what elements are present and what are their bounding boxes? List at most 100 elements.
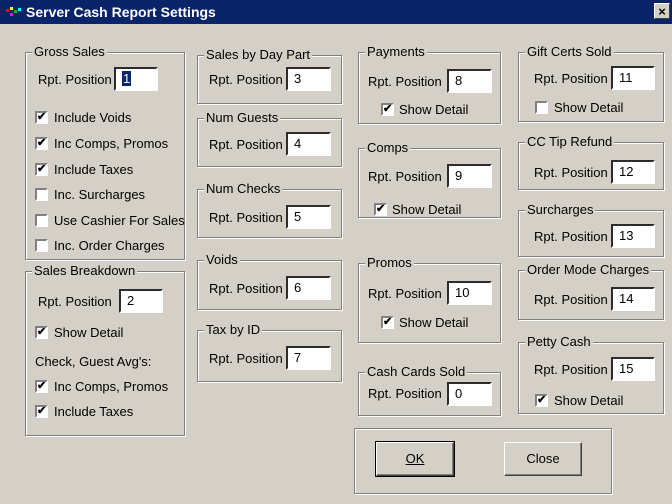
inc-surcharges-checkbox[interactable] (35, 188, 48, 201)
button-panel: OK Close (354, 428, 612, 494)
tax-by-id-position-label: Rpt. Position (209, 351, 283, 366)
gift-certs-show-detail-checkbox[interactable] (535, 101, 548, 114)
use-cashier-for-sales-label: Use Cashier For Sales (54, 213, 185, 228)
order-mode-charges-position-label: Rpt. Position (534, 292, 608, 307)
cash-cards-sold-legend: Cash Cards Sold (365, 364, 468, 380)
surcharges-group: Surcharges Rpt. Position 13 (518, 202, 664, 257)
cc-tip-refund-position-input[interactable]: 12 (611, 160, 655, 184)
payments-show-detail-checkbox[interactable]: ✔ (381, 103, 394, 116)
voids-position-label: Rpt. Position (209, 281, 283, 296)
num-checks-legend: Num Checks (204, 181, 283, 197)
comps-group: Comps Rpt. Position 9 ✔ Show Detail (358, 140, 501, 218)
sales-breakdown-group: Sales Breakdown Rpt. Position 2 ✔ Show D… (25, 263, 185, 436)
close-button[interactable]: Close (504, 442, 582, 476)
gift-certs-sold-position-label: Rpt. Position (534, 71, 608, 86)
surcharges-position-label: Rpt. Position (534, 229, 608, 244)
gross-sales-position-label: Rpt. Position (38, 72, 112, 87)
cc-tip-refund-group: CC Tip Refund Rpt. Position 12 (518, 134, 664, 190)
num-checks-position-input[interactable]: 5 (286, 205, 331, 229)
promos-legend: Promos (365, 255, 414, 271)
ok-button[interactable]: OK (375, 441, 455, 477)
comps-position-input[interactable]: 9 (447, 164, 492, 188)
use-cashier-for-sales-checkbox[interactable] (35, 214, 48, 227)
title-bar: Server Cash Report Settings × (0, 0, 672, 24)
cash-cards-sold-position-label: Rpt. Position (368, 386, 442, 401)
check-guest-avg-heading: Check, Guest Avg's: (35, 354, 152, 369)
promos-group: Promos Rpt. Position 10 ✔ Show Detail (358, 255, 501, 343)
gross-sales-legend: Gross Sales (32, 44, 107, 60)
num-guests-group: Num Guests Rpt. Position 4 (197, 110, 342, 167)
inc-surcharges-label: Inc. Surcharges (54, 187, 146, 202)
voids-group: Voids Rpt. Position 6 (197, 252, 342, 310)
petty-cash-show-detail-checkbox[interactable]: ✔ (535, 394, 548, 407)
payments-show-detail-label: Show Detail (399, 102, 469, 117)
promos-position-label: Rpt. Position (368, 286, 442, 301)
window-title: Server Cash Report Settings (26, 4, 216, 20)
sales-breakdown-show-detail-checkbox[interactable]: ✔ (35, 326, 48, 339)
inc-order-charges-label: Inc. Order Charges (54, 238, 165, 253)
tax-by-id-group: Tax by ID Rpt. Position 7 (197, 322, 342, 382)
gift-certs-sold-group: Gift Certs Sold Rpt. Position 11 Show De… (518, 44, 664, 122)
ok-button-label: OK (405, 451, 425, 466)
close-button-label: Close (526, 451, 560, 466)
promos-show-detail-label: Show Detail (399, 315, 469, 330)
sales-breakdown-position-label: Rpt. Position (38, 294, 112, 309)
sales-by-day-part-legend: Sales by Day Part (204, 47, 313, 63)
include-taxes-label: Include Taxes (54, 162, 134, 177)
num-checks-group: Num Checks Rpt. Position 5 (197, 181, 342, 238)
sales-by-day-part-position-label: Rpt. Position (209, 72, 283, 87)
petty-cash-show-detail-label: Show Detail (554, 393, 624, 408)
sales-breakdown-legend: Sales Breakdown (32, 263, 138, 279)
petty-cash-position-input[interactable]: 15 (611, 357, 655, 381)
voids-legend: Voids (204, 252, 240, 268)
petty-cash-legend: Petty Cash (525, 334, 593, 350)
promos-position-input[interactable]: 10 (447, 281, 492, 305)
inc-comps-promos-checkbox[interactable]: ✔ (35, 137, 48, 150)
sales-breakdown-position-input[interactable]: 2 (119, 289, 163, 313)
tax-by-id-legend: Tax by ID (204, 322, 263, 338)
avg-inc-comps-promos-label: Inc Comps, Promos (54, 379, 169, 394)
avg-inc-comps-promos-checkbox[interactable]: ✔ (35, 380, 48, 393)
window-close-button[interactable]: × (654, 3, 670, 19)
include-voids-checkbox[interactable]: ✔ (35, 111, 48, 124)
voids-position-input[interactable]: 6 (286, 276, 331, 300)
payments-position-input[interactable]: 8 (447, 69, 492, 93)
include-taxes-checkbox[interactable]: ✔ (35, 163, 48, 176)
payments-position-label: Rpt. Position (368, 74, 442, 89)
close-icon: × (658, 4, 666, 19)
gift-certs-show-detail-label: Show Detail (554, 100, 624, 115)
comps-show-detail-label: Show Detail (392, 202, 462, 217)
cc-tip-refund-position-label: Rpt. Position (534, 165, 608, 180)
gift-certs-sold-position-input[interactable]: 11 (611, 66, 655, 90)
promos-show-detail-checkbox[interactable]: ✔ (381, 316, 394, 329)
comps-legend: Comps (365, 140, 411, 156)
payments-group: Payments Rpt. Position 8 ✔ Show Detail (358, 44, 501, 124)
surcharges-position-input[interactable]: 13 (611, 224, 655, 248)
gross-sales-position-input[interactable]: 1 (114, 67, 158, 91)
num-checks-position-label: Rpt. Position (209, 210, 283, 225)
cc-tip-refund-legend: CC Tip Refund (525, 134, 615, 150)
num-guests-position-label: Rpt. Position (209, 137, 283, 152)
gift-certs-sold-legend: Gift Certs Sold (525, 44, 614, 60)
order-mode-charges-position-input[interactable]: 14 (611, 287, 655, 311)
order-mode-charges-legend: Order Mode Charges (525, 262, 652, 278)
cash-cards-sold-position-input[interactable]: 0 (447, 382, 492, 406)
include-voids-label: Include Voids (54, 110, 132, 125)
surcharges-legend: Surcharges (525, 202, 596, 218)
petty-cash-group: Petty Cash Rpt. Position 15 ✔ Show Detai… (518, 334, 664, 414)
num-guests-legend: Num Guests (204, 110, 281, 126)
inc-order-charges-checkbox[interactable] (35, 239, 48, 252)
num-guests-position-input[interactable]: 4 (286, 132, 331, 156)
comps-show-detail-checkbox[interactable]: ✔ (374, 203, 387, 216)
sales-by-day-part-position-input[interactable]: 3 (286, 67, 331, 91)
avg-include-taxes-checkbox[interactable]: ✔ (35, 405, 48, 418)
payments-legend: Payments (365, 44, 427, 60)
sales-breakdown-show-detail-label: Show Detail (54, 325, 124, 340)
petty-cash-position-label: Rpt. Position (534, 362, 608, 377)
gross-sales-group: Gross Sales Rpt. Position 1 ✔ Include Vo… (25, 44, 185, 260)
order-mode-charges-group: Order Mode Charges Rpt. Position 14 (518, 262, 664, 320)
inc-comps-promos-label: Inc Comps, Promos (54, 136, 169, 151)
tax-by-id-position-input[interactable]: 7 (286, 346, 331, 370)
comps-position-label: Rpt. Position (368, 169, 442, 184)
sales-by-day-part-group: Sales by Day Part Rpt. Position 3 (197, 47, 342, 104)
